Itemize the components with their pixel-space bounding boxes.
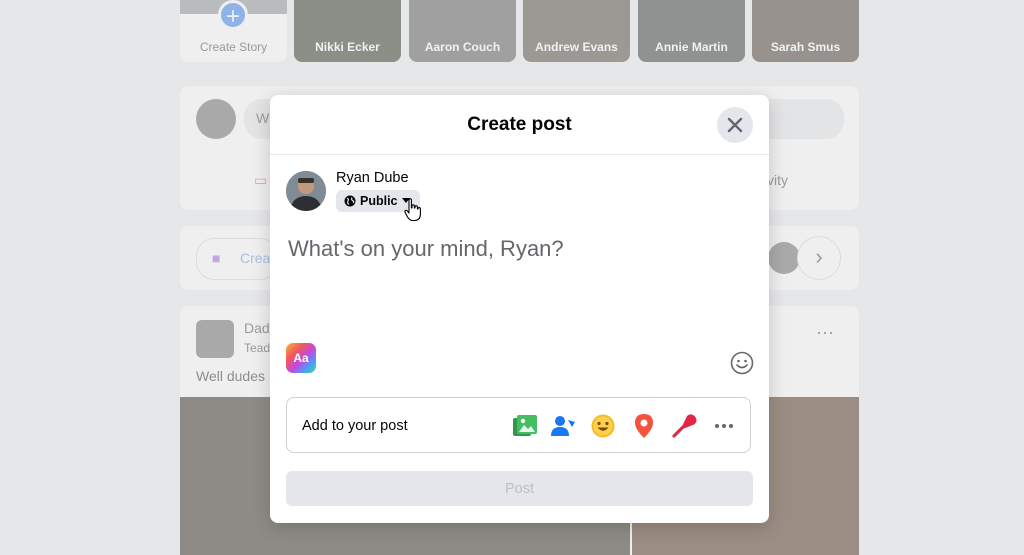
post-button-label: Post [504, 480, 534, 497]
feeling-icon [591, 414, 615, 438]
live-video-icon [672, 414, 697, 438]
globe-icon [344, 195, 356, 207]
add-to-post-bar: Add to your post [286, 397, 751, 453]
user-name: Ryan Dube [336, 170, 409, 186]
feeling-button[interactable] [589, 412, 617, 440]
avatar [768, 242, 800, 274]
story-card[interactable]: Nikki Ecker [294, 0, 401, 62]
plus-icon: + [218, 0, 248, 30]
close-icon [727, 117, 743, 133]
post-meta: Tead [244, 341, 271, 355]
story-name: Annie Martin [655, 40, 728, 54]
post-author: Dad [244, 320, 270, 336]
story-name: Andrew Evans [535, 40, 618, 54]
story-card[interactable]: Annie Martin [638, 0, 745, 62]
emoji-button[interactable] [730, 351, 754, 380]
story-name: Nikki Ecker [315, 40, 380, 54]
tag-people-icon [551, 416, 575, 436]
check-in-button[interactable] [630, 412, 658, 440]
check-in-icon [635, 414, 653, 438]
text-format-label: Aa [293, 351, 309, 365]
more-icon[interactable]: ··· [816, 322, 834, 343]
create-room-label: Crea [240, 250, 271, 266]
post-text: Well dudes [196, 368, 266, 384]
video-icon: ■ [212, 250, 221, 266]
story-name: Sarah Smus [770, 40, 841, 54]
text-format-button[interactable]: Aa [286, 343, 316, 373]
live-video-button[interactable] [670, 412, 698, 440]
dialog-title: Create post [467, 114, 572, 135]
story-card[interactable]: Aaron Couch [409, 0, 516, 62]
smiley-icon [730, 351, 754, 375]
privacy-label: Public [360, 194, 398, 208]
live-video-icon: ▭ [254, 172, 268, 188]
story-name: Aaron Couch [424, 40, 501, 54]
chevron-right-icon[interactable]: › [797, 236, 841, 280]
story-name: Create Story [199, 40, 268, 54]
hand-cursor-icon [404, 198, 421, 222]
create-post-dialog: Create post Ryan Dube Public Aa [270, 95, 769, 523]
avatar [196, 99, 236, 139]
more-options-button[interactable] [710, 412, 738, 440]
story-card[interactable]: Sarah Smus [752, 0, 859, 62]
tag-people-button[interactable] [550, 412, 578, 440]
close-button[interactable] [717, 107, 753, 143]
story-card[interactable]: Andrew Evans [523, 0, 630, 62]
story-create[interactable]: + Create Story [180, 0, 287, 62]
composer-prefix: W [256, 110, 270, 126]
dialog-header: Create post [270, 95, 769, 155]
photo-video-button[interactable] [511, 412, 539, 440]
post-button[interactable]: Post [286, 471, 753, 506]
group-avatar [196, 320, 234, 358]
photo-video-icon [513, 415, 537, 436]
user-avatar [286, 171, 326, 211]
post-text-input[interactable] [286, 235, 730, 263]
add-to-post-label: Add to your post [302, 418, 408, 434]
more-icon [715, 424, 733, 428]
